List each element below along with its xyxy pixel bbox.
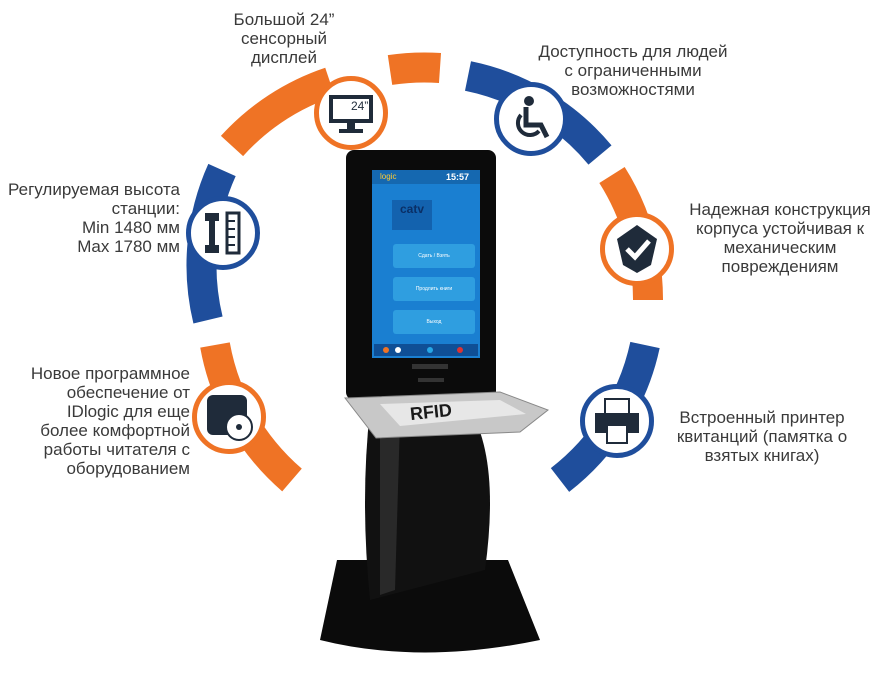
feature-software-label: Новое программное обеспечение от IDlogic… xyxy=(30,364,190,478)
kiosk-brand: logic xyxy=(380,172,397,181)
rfid-label: RFID xyxy=(409,399,453,425)
printer-icon xyxy=(595,398,639,444)
kiosk-button-3[interactable]: Выход xyxy=(393,310,475,334)
shield-check-icon xyxy=(617,225,657,273)
software-disc-icon-circle xyxy=(192,380,266,454)
height-adjust-icon xyxy=(205,211,241,255)
kiosk-button-1[interactable]: Сдать / Взять xyxy=(393,244,475,268)
feature-display-label: Большой 24” сенсорный дисплей xyxy=(233,10,335,67)
infographic-canvas xyxy=(186,52,664,653)
monitor-icon-circle: 24” xyxy=(314,76,388,150)
shield-check-icon-circle xyxy=(600,212,674,286)
feature-accessibility-label: Доступность для людей с ограниченными во… xyxy=(538,42,728,99)
kiosk-stand xyxy=(320,410,540,653)
kiosk-button-2[interactable]: Продлить книги xyxy=(393,277,475,301)
height-adjust-icon-circle xyxy=(186,196,260,270)
feature-durability-label: Надежная конструкция корпуса устойчивая … xyxy=(689,200,871,276)
ring-segment-orange-top2 xyxy=(387,52,442,85)
monitor-icon xyxy=(329,95,373,133)
monitor-size-label: 24” xyxy=(351,99,369,113)
feature-height-label: Регулируемая высота станции: Min 1480 мм… xyxy=(8,180,180,256)
kiosk-logo: catv xyxy=(400,202,425,216)
printer-icon-circle xyxy=(580,384,654,458)
kiosk-time: 15:57 xyxy=(446,172,470,182)
feature-printer-label: Встроенный принтер квитанций (памятка о … xyxy=(676,408,848,465)
software-disc-icon xyxy=(207,395,253,441)
